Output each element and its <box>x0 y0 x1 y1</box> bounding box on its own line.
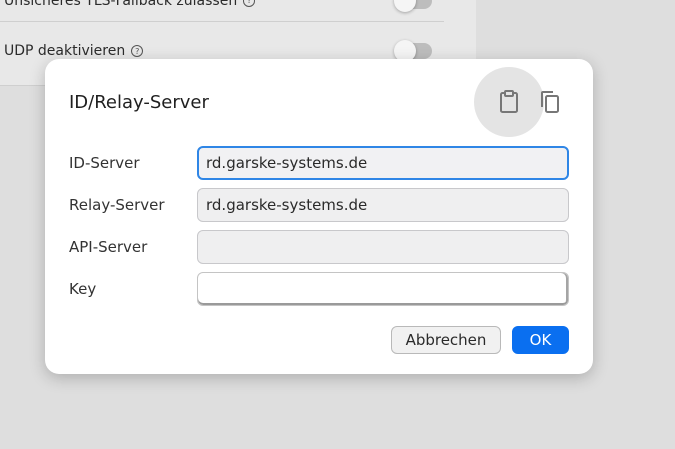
id-relay-server-dialog: ID/Relay-Server ID-Server Relay-Server A… <box>45 59 593 374</box>
api-server-row: API-Server <box>69 230 569 264</box>
relay-server-row: Relay-Server <box>69 188 569 222</box>
key-row: Key <box>69 272 569 306</box>
tls-fallback-toggle[interactable] <box>394 0 432 12</box>
dialog-title: ID/Relay-Server <box>69 92 209 113</box>
toggle-knob <box>394 0 416 12</box>
copy-button[interactable] <box>529 82 569 122</box>
cancel-button[interactable]: Abbrechen <box>391 326 501 354</box>
key-label: Key <box>69 280 97 298</box>
setting-label: UDP deaktivieren <box>4 43 126 59</box>
id-server-label: ID-Server <box>69 154 140 172</box>
relay-server-label: Relay-Server <box>69 196 165 214</box>
paste-button[interactable] <box>474 67 544 137</box>
help-circle-icon[interactable]: ? <box>131 45 144 57</box>
api-server-input[interactable] <box>197 230 569 264</box>
copy-icon <box>541 91 559 113</box>
key-input[interactable] <box>197 272 569 306</box>
udp-toggle[interactable] <box>394 40 432 62</box>
clipboard-paste-icon <box>500 90 518 113</box>
id-server-input[interactable] <box>197 146 569 180</box>
help-circle-icon[interactable]: ? <box>243 0 256 7</box>
id-server-row: ID-Server <box>69 146 569 180</box>
setting-row-tls-fallback[interactable]: Unsicheres TLS-Fallback zulassen ? <box>0 0 444 22</box>
relay-server-input[interactable] <box>197 188 569 222</box>
ok-button[interactable]: OK <box>512 326 569 354</box>
api-server-label: API-Server <box>69 238 148 256</box>
setting-label: Unsicheres TLS-Fallback zulassen <box>4 0 238 9</box>
